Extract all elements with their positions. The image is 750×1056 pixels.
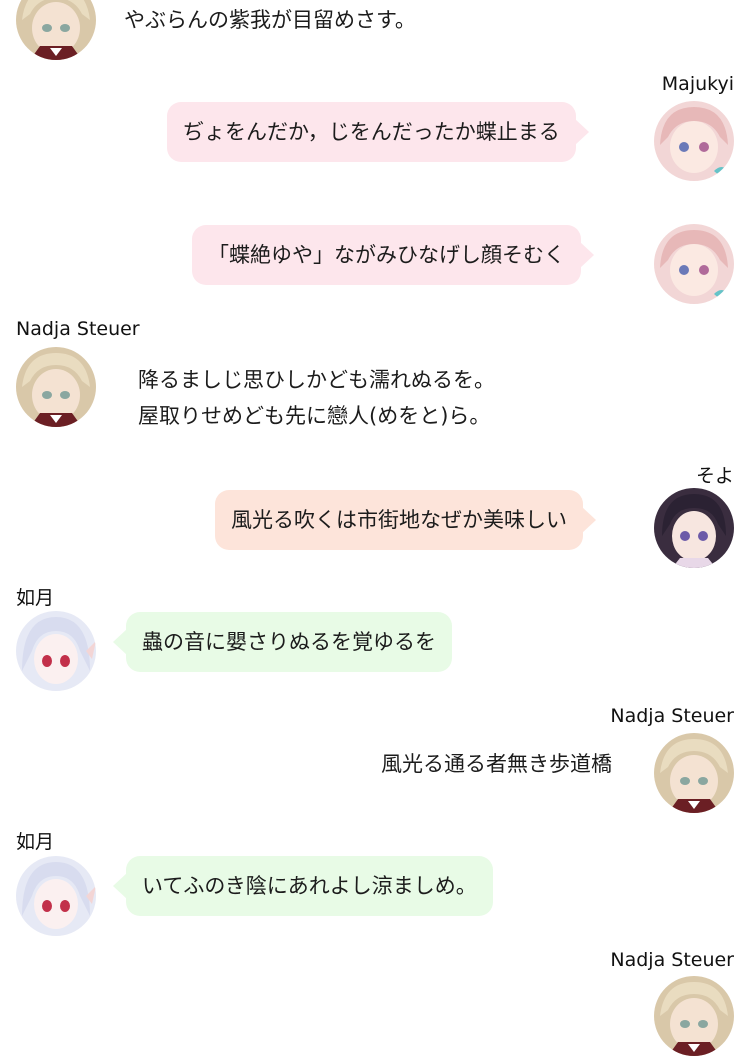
silver-hair-girl-avatar xyxy=(16,611,96,691)
message-text: 降るましじ思ひしかども濡れぬるを。 xyxy=(138,368,495,392)
pink-hair-girl-avatar xyxy=(654,101,734,181)
avatar[interactable] xyxy=(16,611,96,691)
message-bubble: 降るましじ思ひしかども濡れぬるを。 屋取りせめども先に戀人(めをと)ら。 xyxy=(138,348,495,448)
message-text: ぢょをんだか，じをんだったか蝶止まる xyxy=(183,120,560,144)
blonde-girl-avatar xyxy=(16,0,96,60)
message-bubble: いてふのき陰にあれよし涼ましめ。 xyxy=(113,856,493,916)
message-text: やぶらんの紫我が目留めさす。 xyxy=(124,8,416,32)
avatar[interactable] xyxy=(654,224,734,304)
chat-log: やぶらんの紫我が目留めさす。 Majukyi ぢょをんだか，じをんだったか蝶止ま… xyxy=(0,0,750,1056)
sender-name: 如月 xyxy=(16,587,55,609)
avatar[interactable] xyxy=(16,347,96,427)
message-bubble: 蟲の音に嬰さりぬるを覚ゆるを xyxy=(113,612,452,672)
silver-hair-girl-avatar xyxy=(16,856,96,936)
avatar[interactable] xyxy=(654,101,734,181)
sender-name: Nadja Steuer xyxy=(610,705,734,727)
message-text: 風光る通る者無き歩道橋 xyxy=(381,752,612,776)
sender-name: 如月 xyxy=(16,831,55,853)
message-text: 風光る吹くは市街地なぜか美味しい xyxy=(231,508,567,532)
avatar[interactable] xyxy=(654,488,734,568)
message-bubble: やぶらんの紫我が目留めさす。 xyxy=(124,0,416,50)
sender-name: Nadja Steuer xyxy=(610,949,734,971)
message-bubble: 風光る通る者無き歩道橋 xyxy=(381,734,612,794)
message-text: 屋取りせめども先に戀人(めをと)ら。 xyxy=(138,404,491,428)
avatar[interactable] xyxy=(16,856,96,936)
message-text: 「蝶絶ゆや」ながみひなげし顔そむく xyxy=(208,243,565,267)
blonde-girl-avatar xyxy=(654,976,734,1056)
message-bubble: 「蝶絶ゆや」ながみひなげし顔そむく xyxy=(192,225,594,285)
blonde-girl-avatar xyxy=(654,733,734,813)
sender-name: そよ xyxy=(695,465,734,487)
message-text: 蟲の音に嬰さりぬるを覚ゆるを xyxy=(142,630,436,654)
blonde-girl-avatar xyxy=(16,347,96,427)
message-bubble: 風光る吹くは市街地なぜか美味しい xyxy=(215,490,596,550)
sender-name: Nadja Steuer xyxy=(16,318,140,340)
avatar[interactable] xyxy=(16,0,96,60)
dark-hair-girl-avatar xyxy=(654,488,734,568)
message-bubble: ぢょをんだか，じをんだったか蝶止まる xyxy=(167,102,589,162)
avatar[interactable] xyxy=(654,976,734,1056)
message-text: いてふのき陰にあれよし涼ましめ。 xyxy=(142,874,477,898)
avatar[interactable] xyxy=(654,733,734,813)
sender-name: Majukyi xyxy=(661,73,734,95)
pink-hair-girl-avatar xyxy=(654,224,734,304)
